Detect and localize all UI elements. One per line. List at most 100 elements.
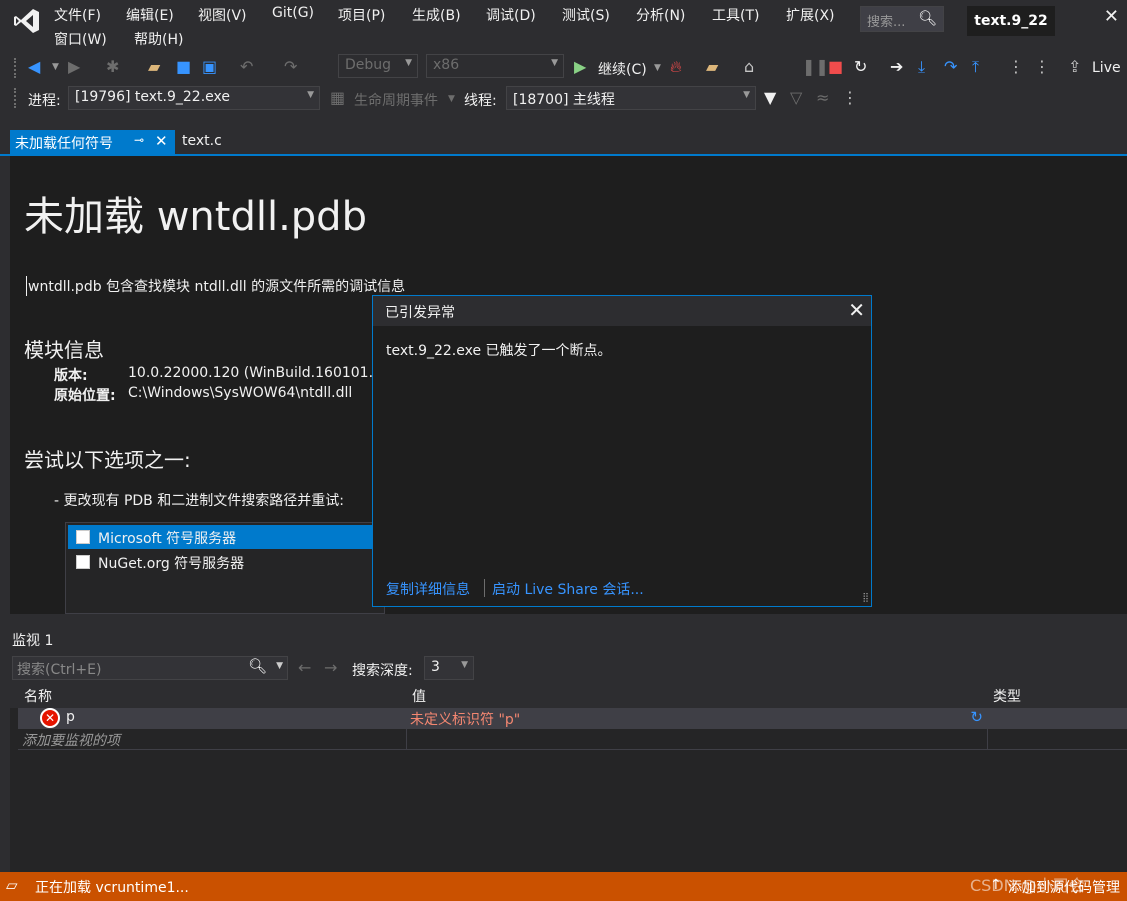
chevron-down-icon[interactable]: ▼ [276,661,283,671]
watch-search-placeholder: 搜索(Ctrl+E) [17,662,102,678]
application-insights-icon[interactable]: ⌂ [744,57,754,77]
version-value: 10.0.22000.120 (WinBuild.160101. [128,365,374,381]
menu-help[interactable]: 帮助(H) [134,29,183,49]
live-share-button[interactable]: Live [1092,60,1121,76]
stop-debugging-icon[interactable]: ■ [828,57,843,77]
continue-dropdown-icon[interactable]: ▼ [654,58,661,78]
thread-markers-icon[interactable]: ⋮ [1034,57,1050,77]
save-icon[interactable]: ■ [176,57,191,77]
menu-build[interactable]: 生成(B) [412,5,461,25]
empty-value-cell [406,729,988,750]
copy-details-link[interactable]: 复制详细信息 [386,579,470,599]
step-over-icon[interactable]: ↷ [944,57,957,77]
navigate-forward-icon[interactable]: ▶ [68,57,80,77]
window-close-icon[interactable]: ✕ [1104,6,1119,27]
filter-icon[interactable]: ▼ [764,88,776,108]
checkbox[interactable] [76,555,90,569]
toolbar-grip[interactable] [14,88,18,108]
global-search-input[interactable]: 搜索... 🔍︎ [860,6,944,32]
redo-icon[interactable]: ↷ [284,57,297,77]
menu-file[interactable]: 文件(F) [54,5,101,25]
continue-button[interactable]: 继续(C) [598,59,647,79]
lifecycle-icon: ▦ [330,88,346,107]
symbol-description: wntdll.pdb 包含查找模块 ntdll.dll 的源文件所需的调试信息 [26,276,405,296]
watch-value-cell[interactable]: 未定义标识符 "p" ↻ [406,708,988,729]
refresh-icon[interactable]: ↻ [970,708,983,726]
watch-name-cell[interactable]: ✕ p [18,708,407,729]
show-next-statement-icon[interactable]: ➔ [890,57,903,77]
navigate-back-icon[interactable]: ◀ [28,57,40,77]
list-item-nuget-server[interactable]: NuGet.org 符号服务器 [68,550,384,574]
process-select[interactable]: [19796] text.9_22.exe ▼ [68,86,320,110]
exception-popup: 已引发异常 ✕ text.9_22.exe 已触发了一个断点。 复制详细信息 启… [372,295,872,607]
toolbar-grip[interactable] [14,58,18,78]
step-into-icon[interactable]: ⤓ [918,57,925,77]
lifecycle-dropdown-icon[interactable]: ▼ [448,89,455,109]
close-popup-icon[interactable]: ✕ [848,298,865,322]
chevron-down-icon: ▼ [743,90,750,100]
column-header-type[interactable]: 类型 [987,684,1127,708]
break-all-icon[interactable]: ❚❚ [802,57,829,77]
tab-no-symbols-loaded[interactable]: 未加载任何符号 ⊸ ✕ [10,130,175,156]
menu-tools[interactable]: 工具(T) [712,5,759,25]
tab-text-c[interactable]: text.c [182,130,222,156]
browse-folder-icon[interactable]: ▰ [706,57,718,77]
add-watch-item[interactable]: 添加要监视的项 [18,729,407,750]
restart-icon[interactable]: ↻ [854,57,867,77]
close-tab-icon[interactable]: ✕ [155,132,168,150]
watch-type-cell[interactable] [987,708,1127,729]
hot-reload-icon[interactable]: 🔥︎ [670,57,682,77]
symbol-server-list: Microsoft 符号服务器 NuGet.org 符号服务器 [65,522,385,614]
checkbox[interactable] [76,530,90,544]
step-out-icon[interactable]: ⤒ [972,57,979,77]
start-live-share-link[interactable]: 启动 Live Share 会话... [492,579,644,599]
watch-search-input[interactable]: 搜索(Ctrl+E) 🔍︎ ▼ [12,656,288,680]
chevron-down-icon: ▼ [461,660,468,670]
list-item-microsoft-server[interactable]: Microsoft 符号服务器 [68,525,384,549]
menu-edit[interactable]: 编辑(E) [126,5,174,25]
search-icon[interactable]: 🔍︎ [248,657,267,675]
filter-off-icon[interactable]: ▽ [790,88,802,108]
continue-play-icon[interactable]: ▶ [574,57,586,77]
menu-git[interactable]: Git(G) [272,5,314,21]
server-label: Microsoft 符号服务器 [98,531,237,547]
undo-icon[interactable]: ↶ [240,57,253,77]
status-text: 正在加载 vcruntime1... [35,880,189,896]
visual-studio-logo-icon [14,9,39,33]
back-dropdown-icon[interactable]: ▼ [52,57,59,77]
platform-select[interactable]: x86 ▼ [426,54,564,78]
search-depth-select[interactable]: 3 ▼ [424,656,474,680]
thread-select[interactable]: [18700] 主线程 ▼ [506,86,756,110]
menu-debug[interactable]: 调试(D) [486,5,536,25]
save-all-icon[interactable]: ▣ [202,57,217,77]
stack-frame-icon[interactable]: ⋮ [842,88,858,108]
flag-threads-icon[interactable]: ≈ [816,88,829,108]
exception-message: text.9_22.exe 已触发了一个断点。 [386,343,612,359]
chevron-down-icon: ▼ [307,90,314,100]
search-forward-icon[interactable]: → [324,658,337,678]
location-key: 原始位置: [54,388,116,404]
menu-analyze[interactable]: 分析(N) [636,5,685,25]
open-folder-icon[interactable]: ▰ [148,57,160,77]
resize-grip-icon[interactable]: ⣿ [862,593,869,603]
live-share-icon[interactable]: ⇪ [1068,57,1081,77]
menu-test[interactable]: 测试(S) [562,5,610,25]
search-back-icon[interactable]: ← [298,658,311,678]
menu-extensions[interactable]: 扩展(X) [786,5,835,25]
lifecycle-events-button[interactable]: 生命周期事件 [354,90,438,110]
new-item-icon[interactable]: ✱ [106,57,119,77]
menu-project[interactable]: 项目(P) [338,5,385,25]
pin-icon[interactable]: ⊸ [134,133,144,147]
menu-view[interactable]: 视图(V) [198,5,247,25]
search-depth-value: 3 [431,659,440,675]
menu-window[interactable]: 窗口(W) [54,29,107,49]
chevron-down-icon: ▼ [551,58,558,68]
watch-name: p [66,709,75,725]
search-depth-label: 搜索深度: [352,663,413,679]
solution-config-select[interactable]: Debug ▼ [338,54,418,78]
debug-location-toolbar: 进程: [19796] text.9_22.exe ▼ ▦ 生命周期事件 ▼ 线程… [0,84,1127,114]
hex-display-icon[interactable]: ⋮ [1008,57,1024,77]
location-value: C:\Windows\SysWOW64\ntdll.dll [128,385,353,401]
column-header-value[interactable]: 值 [406,684,988,708]
column-header-name[interactable]: 名称 [18,684,407,708]
